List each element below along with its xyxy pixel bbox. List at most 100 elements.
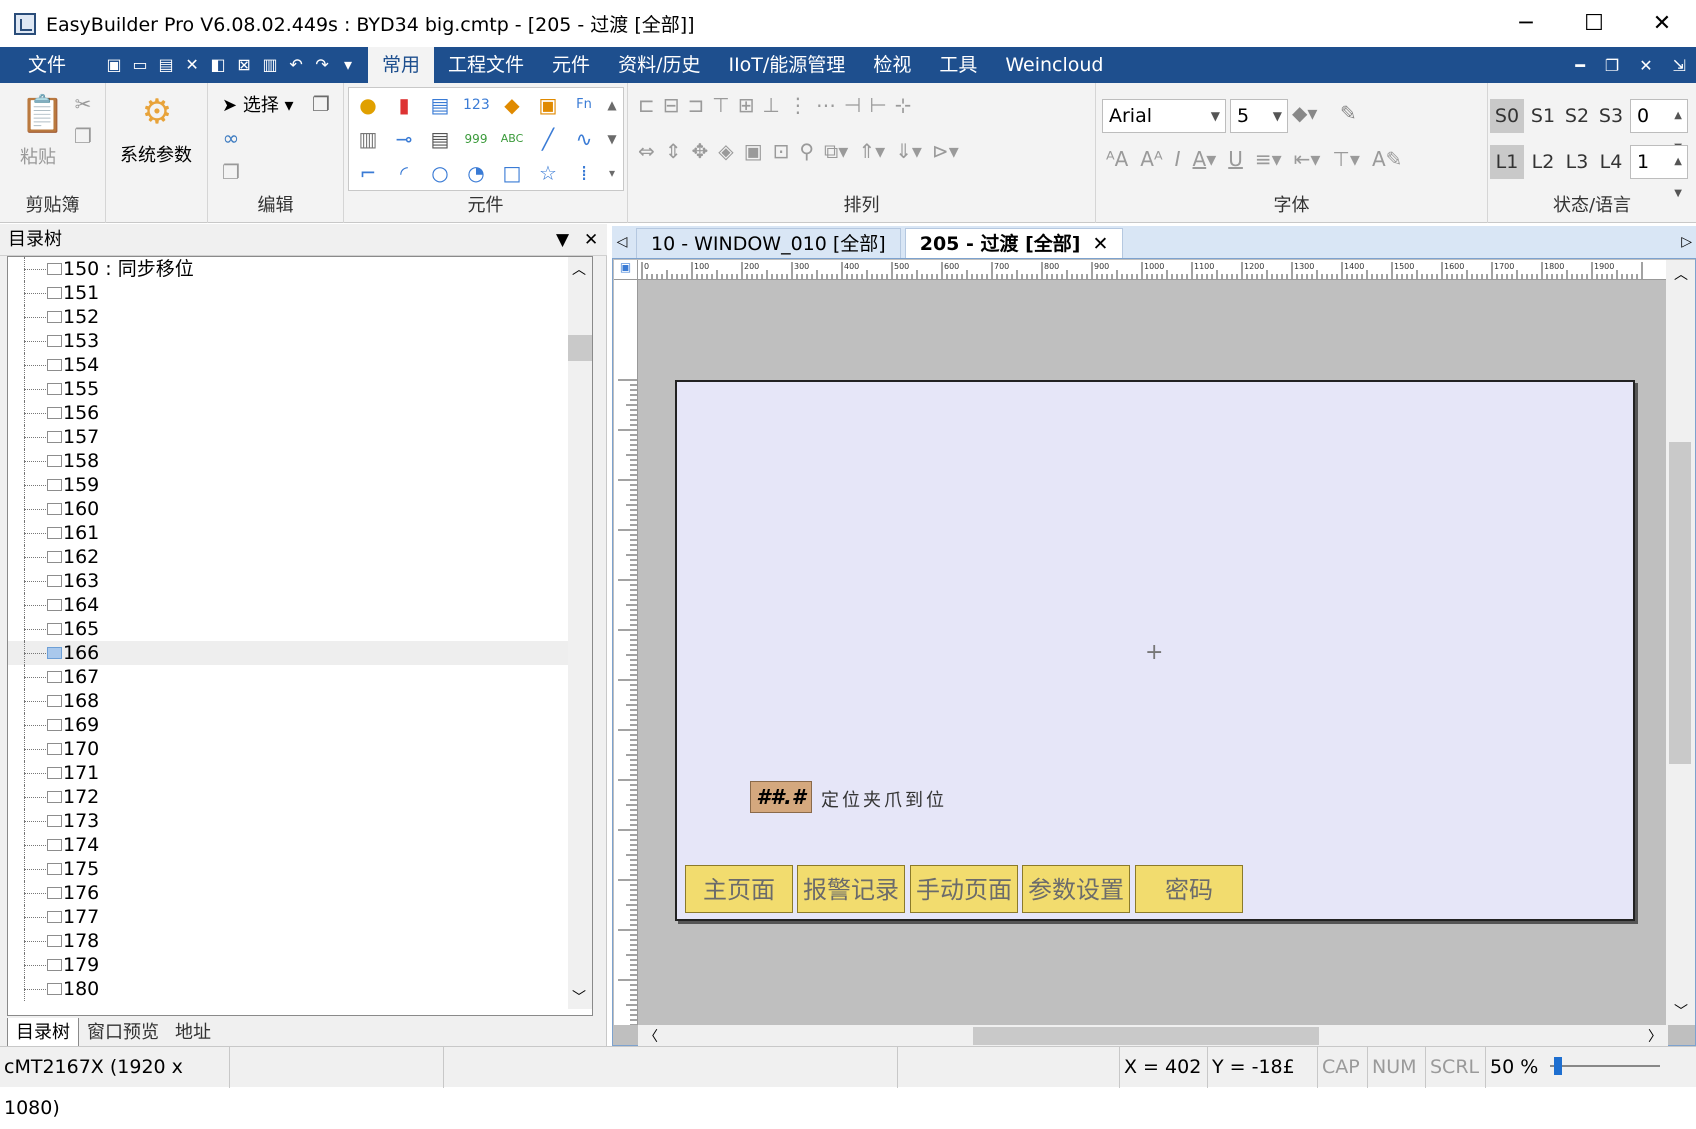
zoom-slider[interactable]: [1550, 1057, 1660, 1075]
duplicate-icon[interactable]: ❐: [218, 159, 244, 185]
line-icon[interactable]: ╱: [535, 126, 561, 152]
numeric-icon[interactable]: 123: [463, 92, 490, 118]
group-icon[interactable]: ▣: [744, 139, 763, 163]
distribute-v-icon[interactable]: ⋯: [816, 93, 836, 117]
menu-iiot[interactable]: IIoT/能源管理: [714, 47, 859, 83]
new-icon[interactable]: ▤: [156, 55, 176, 75]
align-left-icon[interactable]: ⊏: [638, 93, 655, 117]
tree-item[interactable]: 159: [8, 473, 576, 497]
scroll-thumb[interactable]: [568, 335, 592, 361]
switch-icon[interactable]: ⊸: [391, 126, 417, 152]
align-right-icon[interactable]: ⊐: [688, 93, 705, 117]
layer-icon[interactable]: ⧉▾: [824, 139, 848, 163]
mdi-restore-icon[interactable]: ❐: [1605, 56, 1619, 75]
nav-button-alarm[interactable]: 报警记录: [797, 865, 905, 913]
bring-front-icon[interactable]: ⇑▾: [858, 139, 885, 163]
workspace-hscrollbar[interactable]: 〈 〉: [638, 1025, 1668, 1047]
workspace-vscrollbar[interactable]: ︿ ﹀: [1666, 260, 1695, 1025]
slider-icon[interactable]: ▥: [355, 126, 381, 152]
maximize-button[interactable]: ☐: [1560, 0, 1628, 47]
save-icon[interactable]: ▣: [104, 55, 124, 75]
wave-icon[interactable]: ∿: [571, 126, 597, 152]
open-icon[interactable]: ▭: [130, 55, 150, 75]
select-button[interactable]: ➤ 选择 ▾: [222, 91, 294, 117]
system-params-button[interactable]: 系统参数: [120, 141, 192, 167]
menu-tools[interactable]: 工具: [925, 47, 991, 83]
tree-item[interactable]: 157: [8, 425, 576, 449]
numeric-display-object[interactable]: ##.#: [750, 781, 812, 813]
bit-lamp-icon[interactable]: ●: [355, 92, 381, 118]
same-size-icon[interactable]: ✥: [692, 139, 709, 163]
customize-icon[interactable]: ▾: [338, 55, 358, 75]
menu-weincloud[interactable]: Weincloud: [991, 47, 1117, 83]
tab-window-preview[interactable]: 窗口预览: [79, 1018, 167, 1047]
scroll-thumb[interactable]: [1669, 442, 1691, 764]
list-icon[interactable]: ▤: [427, 126, 453, 152]
xy-icon[interactable]: ⊹: [895, 93, 912, 117]
gallery-up-icon[interactable]: ▲: [599, 92, 625, 118]
font-size-select[interactable]: 5 ▼: [1230, 99, 1288, 133]
arc-icon[interactable]: ◜: [391, 160, 417, 186]
scroll-down-icon[interactable]: ﹀: [572, 987, 586, 1007]
tree-item[interactable]: 170: [8, 737, 576, 761]
menu-data-history[interactable]: 资料/历史: [604, 47, 714, 83]
text-align-icon[interactable]: ≡▾: [1255, 147, 1282, 171]
grow-font-icon[interactable]: ᴬA: [1106, 147, 1128, 171]
tools-icon[interactable]: ✕: [182, 55, 202, 75]
tree-item[interactable]: 165: [8, 617, 576, 641]
tab-directory[interactable]: 目录树: [7, 1018, 79, 1047]
function-key-icon[interactable]: ▣: [535, 92, 561, 118]
tree-item[interactable]: 151: [8, 281, 576, 305]
language-l2-button[interactable]: L2: [1526, 145, 1560, 179]
pin-tool-icon[interactable]: ⚲: [799, 139, 814, 163]
cut-icon[interactable]: ✂: [70, 91, 96, 117]
center-v-icon[interactable]: ⊢: [869, 93, 886, 117]
tree-item[interactable]: 169: [8, 713, 576, 737]
tab-address[interactable]: 地址: [167, 1018, 219, 1047]
tree-item[interactable]: 180: [8, 977, 576, 1001]
menu-objects[interactable]: 元件: [538, 47, 604, 83]
close-button[interactable]: ✕: [1628, 0, 1696, 47]
align-middle-icon[interactable]: ⊞: [738, 93, 755, 117]
copy-icon[interactable]: ❐: [70, 123, 96, 149]
nav-button-home[interactable]: 主页面: [685, 865, 793, 913]
mdi-close-icon[interactable]: ✕: [1639, 56, 1652, 75]
gallery-expand-icon[interactable]: ▾: [599, 160, 625, 186]
nav-button-manual[interactable]: 手动页面: [910, 865, 1018, 913]
tab-window-205[interactable]: 205 - 过渡 [全部] ✕: [904, 228, 1124, 258]
rectangle-icon[interactable]: □: [499, 160, 525, 186]
ascii-icon[interactable]: ABC: [499, 126, 525, 152]
gallery-down-icon[interactable]: ▼: [599, 126, 625, 152]
paste-icon[interactable]: 📋: [20, 93, 65, 137]
tree-item[interactable]: 162: [8, 545, 576, 569]
tree-item[interactable]: 150 : 同步移位: [8, 257, 576, 281]
font-color-icon[interactable]: A▾: [1193, 147, 1217, 171]
window-icon[interactable]: ◧: [208, 55, 228, 75]
nav-button-params[interactable]: 参数设置: [1022, 865, 1130, 913]
eraser-icon[interactable]: ✎: [1340, 101, 1357, 125]
tree-item[interactable]: 166: [8, 641, 576, 665]
pie-icon[interactable]: ◔: [463, 160, 489, 186]
paint-icon[interactable]: ◆▾: [1292, 101, 1317, 125]
menu-file[interactable]: 文件: [0, 47, 94, 83]
align-bottom-icon[interactable]: ⊥: [762, 93, 779, 117]
distribute-h-icon[interactable]: ⋮: [788, 93, 808, 117]
scale-icon[interactable]: ⁞: [571, 160, 597, 186]
indent-icon[interactable]: ⇤▾: [1294, 147, 1321, 171]
shrink-font-icon[interactable]: Aᴬ: [1140, 147, 1162, 171]
tree-item[interactable]: 164: [8, 593, 576, 617]
tree-item[interactable]: 179: [8, 953, 576, 977]
tree-item[interactable]: 160: [8, 497, 576, 521]
polyline-icon[interactable]: ⌐: [355, 160, 381, 186]
ruler-corner-icon[interactable]: ▣: [614, 260, 638, 280]
language-l1-button[interactable]: L1: [1490, 145, 1524, 179]
tab-window-010[interactable]: 10 - WINDOW_010 [全部]: [636, 228, 901, 258]
menu-view[interactable]: 检视: [859, 47, 925, 83]
link-icon[interactable]: ∞: [218, 125, 244, 151]
tab-close-icon[interactable]: ✕: [1092, 233, 1108, 255]
tree-item[interactable]: 174: [8, 833, 576, 857]
close-window-icon[interactable]: ⊠: [234, 55, 254, 75]
compile-icon[interactable]: ▥: [260, 55, 280, 75]
hmi-window-canvas[interactable]: + ##.# 定位夹爪到位 主页面 报警记录 手动页面 参数设置 密码: [675, 380, 1635, 921]
tree-item[interactable]: 156: [8, 401, 576, 425]
